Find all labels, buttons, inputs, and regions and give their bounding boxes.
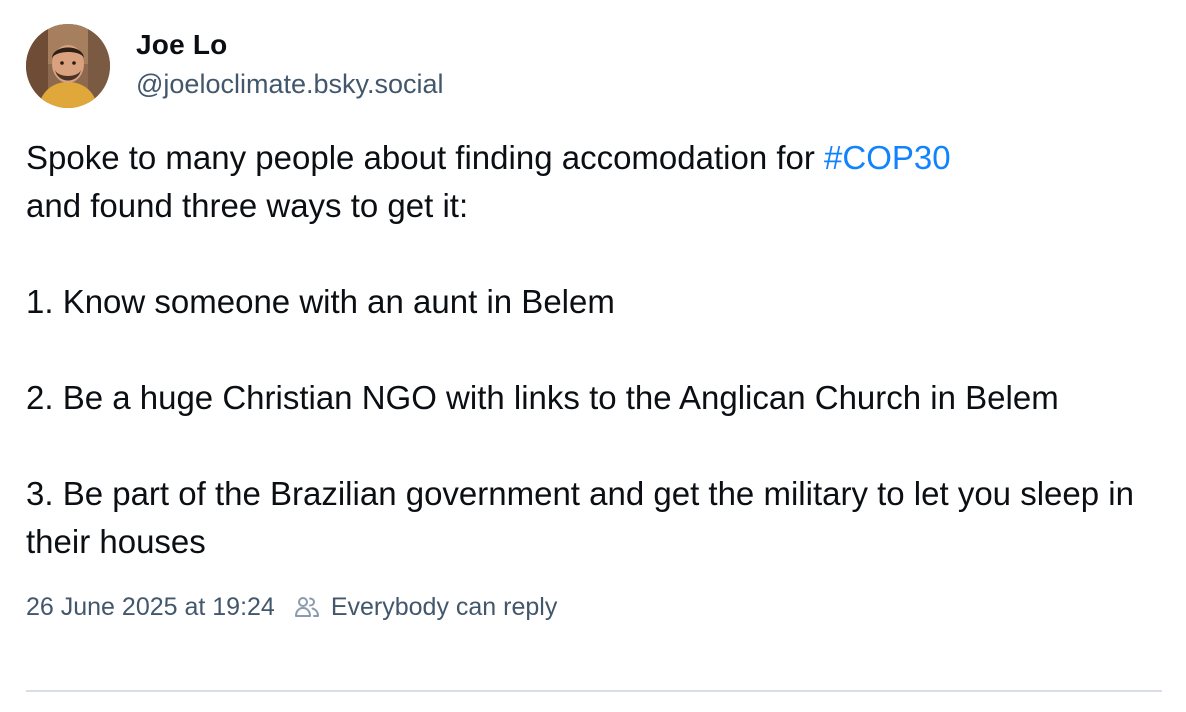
post-intro-tail: and found three ways to get it: [26, 187, 469, 224]
post-meta: 26 June 2025 at 19:24 Everybody can repl… [26, 592, 1162, 622]
author-row: Joe Lo @joeloclimate.bsky.social [26, 22, 1162, 110]
avatar-image [26, 24, 110, 108]
post-text: Spoke to many people about finding accom… [26, 134, 1162, 566]
author-display-name[interactable]: Joe Lo [136, 28, 444, 62]
post-timestamp[interactable]: 26 June 2025 at 19:24 [26, 592, 275, 622]
post-intro-text: Spoke to many people about finding accom… [26, 139, 825, 176]
post: Joe Lo @joeloclimate.bsky.social Spoke t… [26, 22, 1162, 622]
post-item-2: 2. Be a huge Christian NGO with links to… [26, 379, 1059, 416]
people-icon [293, 593, 321, 621]
post-item-3: 3. Be part of the Brazilian government a… [26, 475, 1134, 560]
author-names: Joe Lo @joeloclimate.bsky.social [136, 22, 444, 100]
hashtag-link[interactable]: #COP30 [824, 139, 951, 176]
author-handle[interactable]: @joeloclimate.bsky.social [136, 68, 444, 100]
avatar[interactable] [26, 24, 110, 108]
reply-setting-label: Everybody can reply [330, 593, 558, 621]
post-item-1: 1. Know someone with an aunt in Belem [26, 283, 615, 320]
divider [26, 690, 1162, 692]
reply-setting[interactable]: Everybody can reply [293, 592, 558, 622]
post-intro: Spoke to many people about finding accom… [26, 134, 1162, 230]
